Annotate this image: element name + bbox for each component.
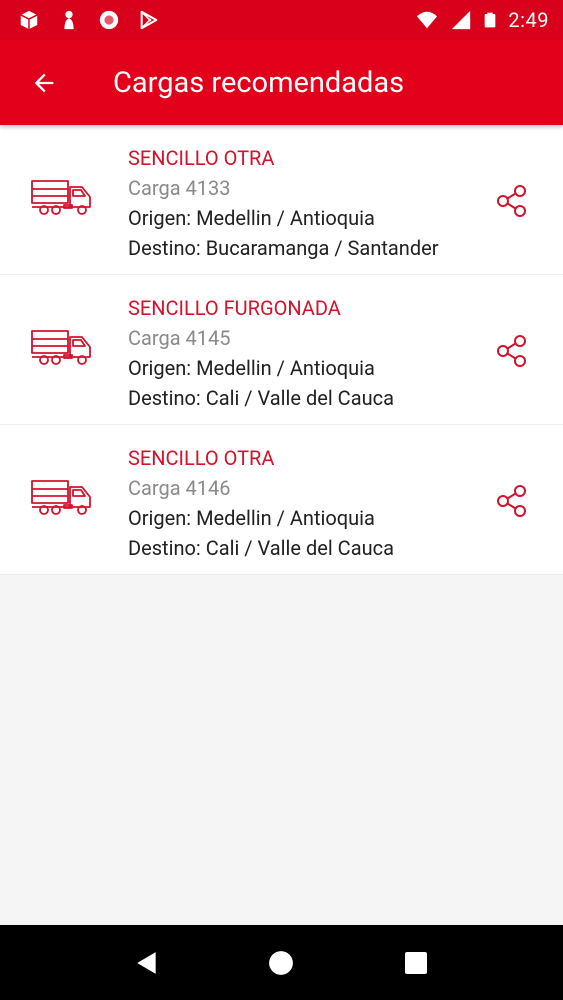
app-bar: Cargas recomendadas xyxy=(0,40,563,125)
recents-square-icon xyxy=(404,951,427,974)
record-icon xyxy=(99,10,119,30)
status-time: 2:49 xyxy=(508,8,549,32)
carga-type: SENCILLO FURGONADA xyxy=(128,296,341,320)
truck-icon xyxy=(31,480,91,515)
list-item[interactable]: SENCILLO FURGONADA Carga 4145 Origen: Me… xyxy=(0,275,563,425)
screen: 2:49 Cargas recomendadas SENCILLO OTRA C… xyxy=(0,0,563,1000)
carga-origen: Origen: Medellin / Antioquia xyxy=(128,206,375,230)
carga-destino: Destino: Cali / Valle del Cauca xyxy=(128,386,394,410)
nav-recents-button[interactable] xyxy=(391,938,441,988)
share-icon xyxy=(497,185,526,217)
share-button[interactable] xyxy=(492,331,532,371)
home-circle-icon xyxy=(269,950,294,975)
list-item[interactable]: SENCILLO OTRA Carga 4146 Origen: Medelli… xyxy=(0,425,563,575)
carga-destino: Destino: Bucaramanga / Santander xyxy=(128,236,439,260)
cargas-list: SENCILLO OTRA Carga 4133 Origen: Medelli… xyxy=(0,125,563,575)
carga-details: SENCILLO FURGONADA Carga 4145 Origen: Me… xyxy=(128,293,394,413)
carga-destino: Destino: Cali / Valle del Cauca xyxy=(128,536,394,560)
back-button[interactable] xyxy=(0,40,88,125)
status-right-icons: 2:49 xyxy=(414,8,549,32)
battery-icon xyxy=(485,12,496,28)
signal-icon xyxy=(452,10,471,30)
wifi-icon xyxy=(417,11,438,29)
carga-type: SENCILLO OTRA xyxy=(128,146,275,170)
pawn-icon xyxy=(64,10,74,30)
list-item[interactable]: SENCILLO OTRA Carga 4133 Origen: Medelli… xyxy=(0,125,563,275)
share-button[interactable] xyxy=(492,181,532,221)
carga-number: Carga 4133 xyxy=(128,176,231,200)
carga-origen: Origen: Medellin / Antioquia xyxy=(128,506,375,530)
back-triangle-icon xyxy=(137,951,156,974)
truck-icon xyxy=(31,330,91,365)
arrow-back-icon xyxy=(34,73,54,92)
page-title: Cargas recomendadas xyxy=(113,65,405,100)
truck-icon xyxy=(31,180,91,215)
status-left-icons xyxy=(18,9,160,31)
carga-details: SENCILLO OTRA Carga 4146 Origen: Medelli… xyxy=(128,443,394,563)
carga-number: Carga 4146 xyxy=(128,476,231,500)
play-store-icon xyxy=(140,10,158,30)
carga-origen: Origen: Medellin / Antioquia xyxy=(128,356,375,380)
share-icon xyxy=(497,485,526,517)
nav-home-button[interactable] xyxy=(256,938,306,988)
nav-back-button[interactable] xyxy=(122,938,172,988)
share-icon xyxy=(497,335,526,367)
carga-details: SENCILLO OTRA Carga 4133 Origen: Medelli… xyxy=(128,143,439,263)
navigation-bar xyxy=(0,925,563,1000)
carga-number: Carga 4145 xyxy=(128,326,231,350)
carga-type: SENCILLO OTRA xyxy=(128,446,275,470)
box-icon xyxy=(20,10,38,30)
share-button[interactable] xyxy=(492,481,532,521)
status-bar: 2:49 xyxy=(0,0,563,40)
